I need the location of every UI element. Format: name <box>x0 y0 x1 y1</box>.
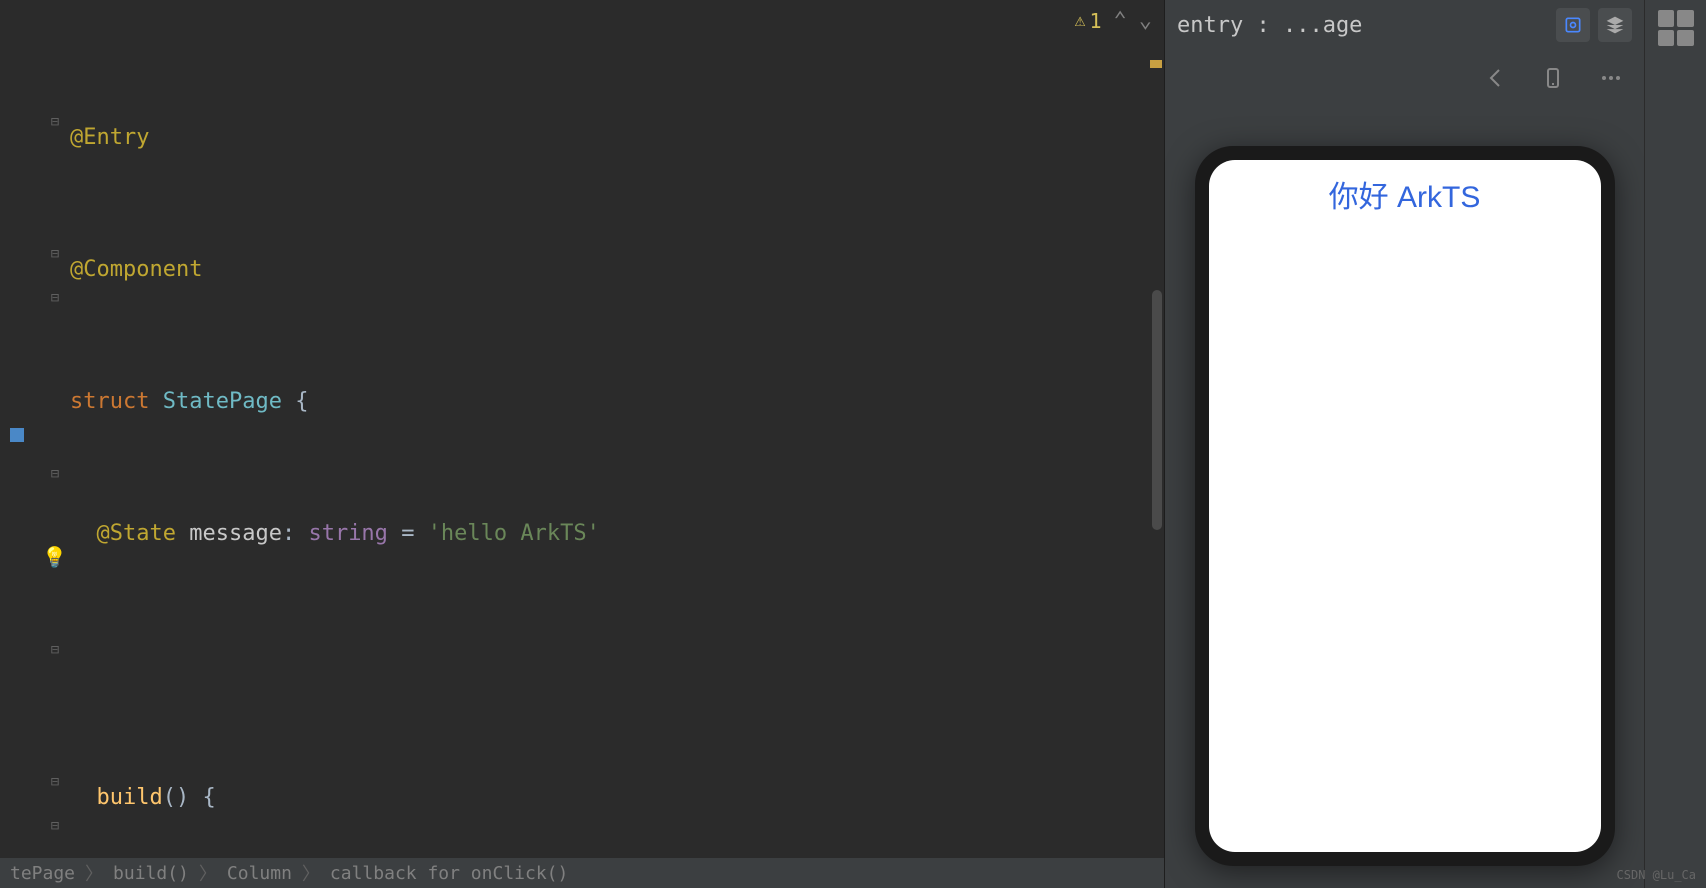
layers-icon[interactable] <box>1598 8 1632 42</box>
code-line <box>68 644 1164 688</box>
chevron-right-icon: 〉 <box>85 860 103 886</box>
fold-marker-icon[interactable]: ⊟ <box>48 115 62 129</box>
preview-panel: entry : ...age 你好 ArkTS CSDN @Lu_Ca <box>1164 0 1644 888</box>
fold-marker-icon[interactable]: ⊟ <box>48 247 62 261</box>
editor-gutter: ⊟ ⊟ ⊟ ⊟ 💡 ⊟ ⊟ ⊟ ⊟ <box>0 0 68 888</box>
nav-up-icon[interactable]: ⌃ <box>1114 8 1127 33</box>
watermark: CSDN @Lu_Ca <box>1617 868 1696 882</box>
device-frame: 你好 ArkTS <box>1165 106 1644 888</box>
fold-marker-icon[interactable]: ⊟ <box>48 291 62 305</box>
preview-header-actions <box>1556 8 1632 42</box>
breadcrumb-item[interactable]: Column <box>227 863 292 884</box>
warning-icon: ⚠ <box>1075 10 1086 31</box>
nav-down-icon[interactable]: ⌄ <box>1139 8 1152 33</box>
more-icon[interactable] <box>1594 61 1628 95</box>
fold-marker-icon[interactable]: ⊟ <box>48 643 62 657</box>
chevron-right-icon: 〉 <box>302 860 320 886</box>
editor-content: ⊟ ⊟ ⊟ ⊟ 💡 ⊟ ⊟ ⊟ ⊟ @Entry @Component stru… <box>0 0 1164 888</box>
chevron-right-icon: 〉 <box>199 860 217 886</box>
code-line: @Component <box>68 248 1164 292</box>
code-text-area[interactable]: @Entry @Component struct StatePage { @St… <box>68 0 1164 888</box>
code-line: build() { <box>68 776 1164 820</box>
grid-view-icon[interactable] <box>1658 10 1694 46</box>
preview-header: entry : ...age <box>1165 0 1644 50</box>
code-line: @State message: string = 'hello ArkTS' <box>68 512 1164 556</box>
warning-badge[interactable]: ⚠ 1 <box>1075 9 1102 33</box>
right-toolbar <box>1644 0 1706 888</box>
rotate-device-icon[interactable] <box>1536 61 1570 95</box>
back-icon[interactable] <box>1478 61 1512 95</box>
device-screen[interactable]: 你好 ArkTS <box>1209 160 1601 852</box>
breadcrumb-item[interactable]: tePage <box>10 863 75 884</box>
editor-status-bar: ⚠ 1 ⌃ ⌄ <box>1075 8 1152 33</box>
fold-marker-icon[interactable]: ⊟ <box>48 775 62 789</box>
breadcrumb-item[interactable]: callback for onClick() <box>330 863 568 884</box>
fold-marker-icon[interactable]: ⊟ <box>48 819 62 833</box>
breadcrumb-item[interactable]: build() <box>113 863 189 884</box>
preview-toolbar <box>1165 50 1644 106</box>
code-editor-area: ⚠ 1 ⌃ ⌄ ⊟ ⊟ ⊟ ⊟ 💡 ⊟ ⊟ ⊟ ⊟ @Entry @Compon… <box>0 0 1164 888</box>
breakpoint-marker-icon[interactable] <box>10 428 24 442</box>
code-line: @Entry <box>68 116 1164 160</box>
device-bezel: 你好 ArkTS <box>1195 146 1615 866</box>
code-line: struct StatePage { <box>68 380 1164 424</box>
preview-title: entry : ...age <box>1177 13 1362 38</box>
warning-count: 1 <box>1089 9 1101 33</box>
fold-marker-icon[interactable]: ⊟ <box>48 467 62 481</box>
fold-marker-icon[interactable]: ⊟ <box>48 555 62 569</box>
breadcrumb-bar: tePage 〉 build() 〉 Column 〉 callback for… <box>0 858 1164 888</box>
preview-text: 你好 ArkTS <box>1329 172 1481 216</box>
inspector-icon[interactable] <box>1556 8 1590 42</box>
